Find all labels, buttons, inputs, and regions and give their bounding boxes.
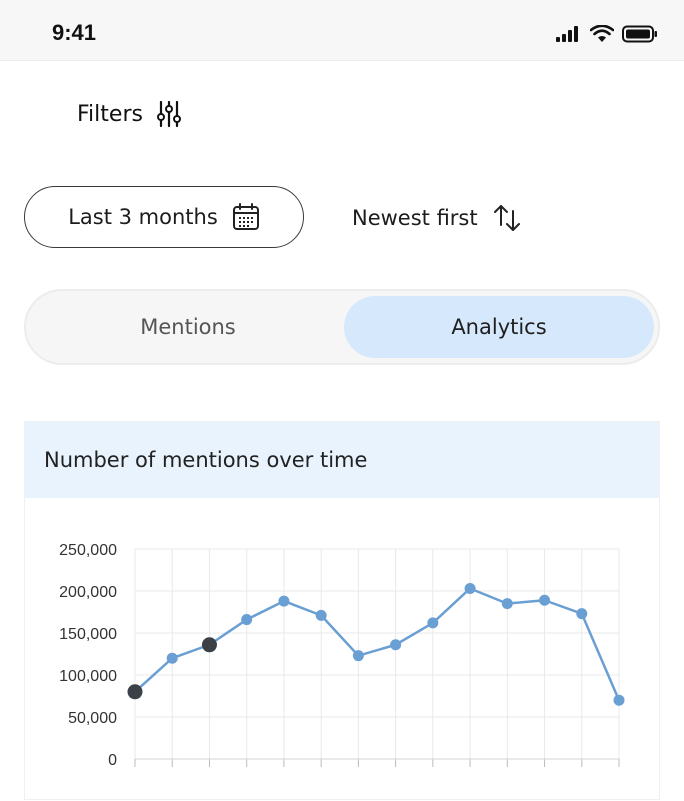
- status-icons: [556, 25, 658, 43]
- data-point: [166, 652, 178, 664]
- data-point: [315, 609, 327, 621]
- data-point: [278, 595, 290, 607]
- battery-icon: [622, 25, 657, 43]
- data-point: [613, 694, 625, 706]
- data-point: [539, 594, 551, 606]
- line-chart: 0 50,000 100,000 150,000 200,000 250,000: [59, 542, 625, 769]
- date-range-button[interactable]: Last 3 months: [24, 186, 304, 248]
- data-point: [427, 617, 439, 629]
- y-tick-label: 50,000: [68, 710, 117, 727]
- data-point: [352, 650, 364, 662]
- sliders-icon: [156, 100, 181, 128]
- y-tick-label: 0: [108, 752, 117, 769]
- y-tick-label: 100,000: [59, 668, 117, 685]
- y-tick-label: 200,000: [59, 584, 117, 601]
- signal-icon: [556, 26, 578, 42]
- highlighted-data-point: [127, 684, 143, 700]
- mentions-chart-card: Number of mentions over time 0 50,000 100,…: [24, 421, 660, 800]
- data-point: [464, 582, 476, 594]
- sort-label: Newest first: [352, 206, 478, 230]
- tab-mentions[interactable]: Mentions: [30, 296, 346, 358]
- status-time: 9:41: [52, 20, 97, 45]
- y-tick-label: 250,000: [59, 542, 117, 559]
- highlighted-data-point: [201, 637, 217, 653]
- sort-button[interactable]: Newest first: [352, 196, 522, 240]
- view-switcher: Mentions Analytics: [24, 289, 660, 365]
- data-point: [390, 639, 402, 651]
- tab-analytics[interactable]: Analytics: [344, 296, 654, 358]
- wifi-icon: [590, 25, 614, 42]
- sort-arrows-icon: [493, 205, 520, 231]
- data-point: [576, 608, 588, 620]
- filters-button[interactable]: Filters: [77, 100, 181, 128]
- y-tick-label: 150,000: [59, 626, 117, 643]
- filters-label: Filters: [77, 101, 143, 127]
- date-range-label: Last 3 months: [68, 205, 218, 229]
- data-point: [241, 614, 253, 626]
- calendar-icon: [232, 203, 259, 230]
- data-point: [501, 598, 513, 610]
- status-bar: 9:41: [0, 0, 684, 61]
